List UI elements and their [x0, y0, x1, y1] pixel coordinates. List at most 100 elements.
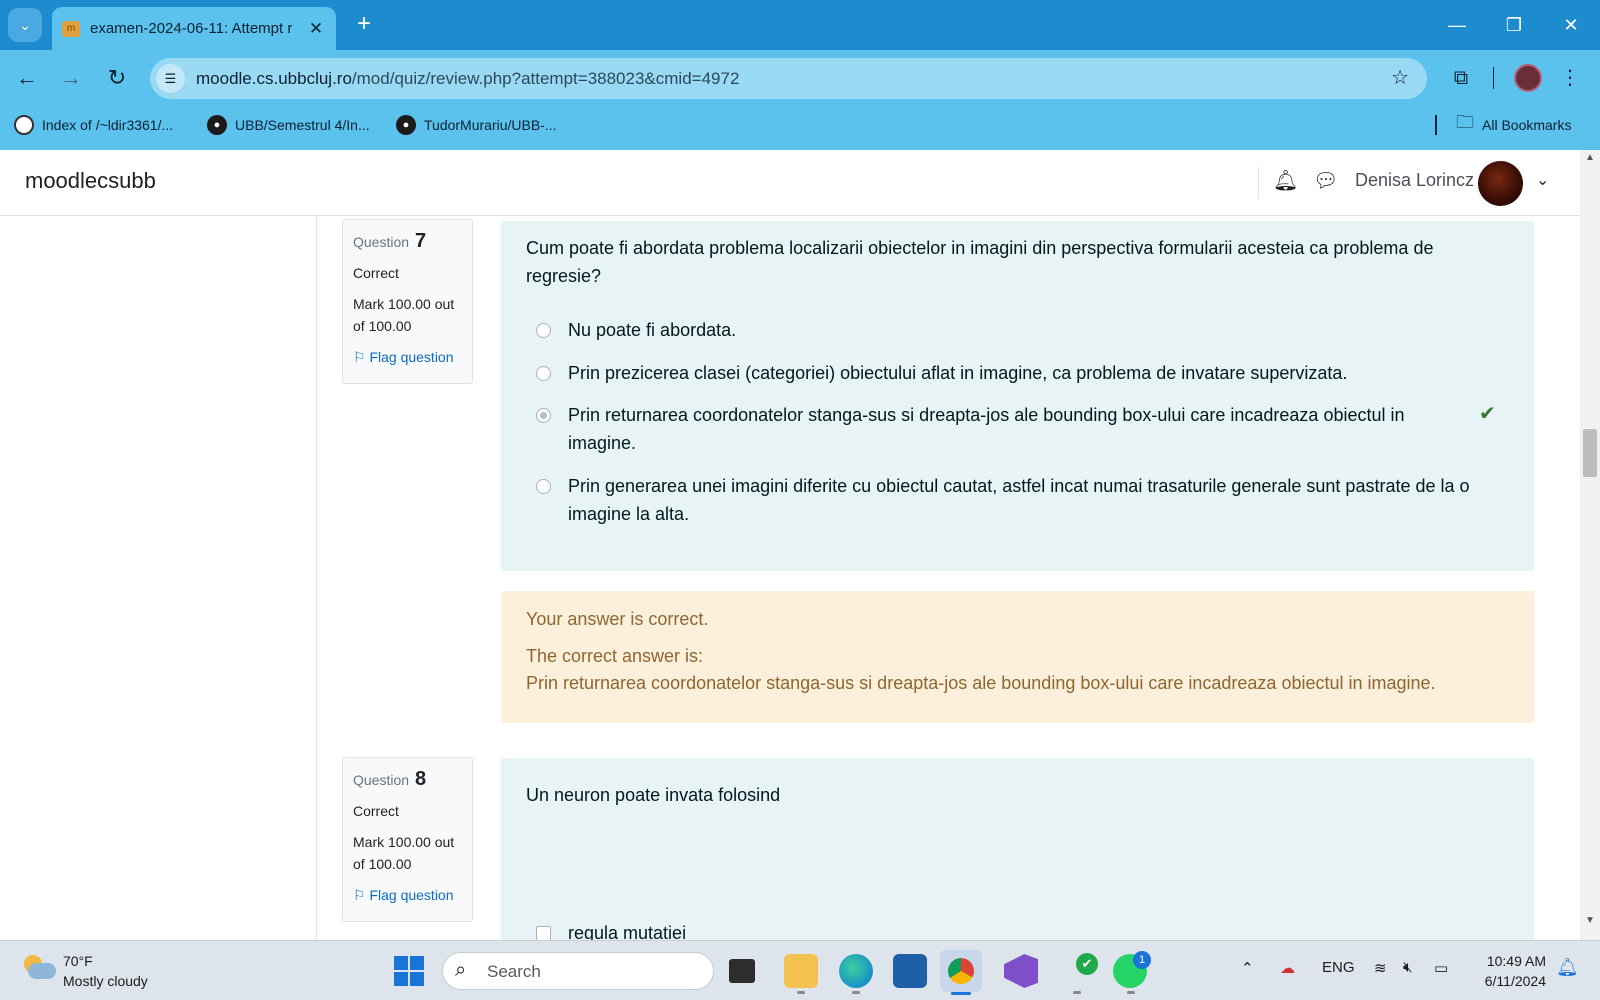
address-bar[interactable]: ☰ moodle.cs.ubbcluj.ro/mod/quiz/review.p… [150, 58, 1427, 99]
weather-temperature[interactable]: 70°F [63, 953, 93, 969]
moodle-navbar: moodlecsubb 🔔︎ 💬︎ Denisa Lorincz ⌄ [0, 150, 1580, 216]
scroll-down-icon[interactable]: ▼ [1585, 915, 1595, 926]
back-icon[interactable]: ← [10, 61, 44, 95]
correct-check-icon: ✔ [1479, 403, 1496, 425]
question-number: 8 [414, 768, 427, 790]
profile-avatar[interactable] [1514, 64, 1542, 92]
answer-feedback: Your answer is correct. The correct answ… [501, 591, 1534, 723]
onedrive-error-icon[interactable]: ☁ [1280, 959, 1295, 977]
weather-cloudy-icon[interactable] [22, 955, 56, 981]
restore-icon[interactable]: ❐ [1489, 6, 1539, 44]
browser-tab-strip: ⌄ m examen-2024-06-11: Attempt r ✕ + — ❐… [0, 0, 1600, 50]
user-name[interactable]: Denisa Lorincz [1355, 170, 1474, 191]
globe-icon [14, 115, 34, 135]
flag-question-link[interactable]: ⚐ Flag question [353, 349, 462, 366]
store-icon[interactable] [893, 954, 927, 988]
active-tab[interactable]: m examen-2024-06-11: Attempt r ✕ [52, 7, 336, 50]
answer-option[interactable]: Prin generarea unei imagini diferite cu … [536, 472, 1521, 528]
tab-close-icon[interactable]: ✕ [306, 19, 326, 39]
windows-start-icon[interactable] [394, 956, 424, 986]
tray-overflow-chevron-icon[interactable]: ⌃ [1241, 959, 1254, 977]
scroll-up-icon[interactable]: ▲ [1585, 152, 1595, 163]
forward-icon[interactable]: → [54, 61, 88, 95]
bookmark-star-icon[interactable]: ☆ [1391, 58, 1409, 99]
folder-icon: 🗀 [1456, 112, 1474, 132]
bookmarks-bar: Index of /~ldir3361/... ● UBB/Semestrul … [0, 106, 1600, 150]
url-text[interactable]: moodle.cs.ubbcluj.ro/mod/quiz/review.php… [196, 58, 739, 99]
all-bookmarks-button[interactable]: 🗀 All Bookmarks [1456, 106, 1571, 144]
page-content: moodlecsubb 🔔︎ 💬︎ Denisa Lorincz ⌄ Quest… [0, 150, 1600, 940]
notification-badge: 1 [1133, 951, 1151, 969]
chrome-icon[interactable] [948, 958, 974, 984]
moodle-favicon-icon: m [62, 20, 80, 37]
running-indicator [852, 991, 860, 994]
question-text: Un neuron poate invata folosind [526, 785, 781, 805]
answer-checkbox[interactable] [536, 926, 551, 940]
question-formulation: Un neuron poate invata folosind regula m… [501, 758, 1534, 940]
correct-answer-intro: The correct answer is: [526, 646, 704, 666]
visual-studio-icon[interactable] [1004, 954, 1038, 988]
file-explorer-icon[interactable] [784, 954, 818, 988]
notifications-bell-icon[interactable]: 🔔︎ [1273, 168, 1298, 193]
navbar-divider [1258, 167, 1259, 199]
active-app-indicator [951, 992, 971, 995]
question-formulation: Cum poate fi abordata problema localizar… [501, 221, 1534, 571]
running-indicator [797, 991, 805, 994]
answer-option[interactable]: Prin prezicerea clasei (categoriei) obie… [536, 359, 1496, 387]
question-state: Correct [353, 265, 399, 281]
chevron-down-icon: ⌄ [19, 16, 31, 33]
site-brand[interactable]: moodlecsubb [25, 168, 156, 194]
reload-icon[interactable]: ↻ [100, 61, 134, 95]
page-scrollbar[interactable]: ▲ ▼ [1580, 150, 1600, 940]
weather-description[interactable]: Mostly cloudy [63, 973, 148, 989]
flag-question-link[interactable]: ⚐ Flag question [353, 887, 462, 904]
extensions-icon[interactable]: ⧉ [1446, 61, 1476, 95]
notification-center-icon[interactable]: 🔔︎ [1556, 957, 1579, 978]
feedback-result: Your answer is correct. [526, 609, 709, 629]
question-text: Cum poate fi abordata problema localizar… [526, 238, 1434, 286]
scroll-thumb[interactable] [1583, 429, 1597, 477]
drawer-border [316, 216, 317, 940]
messages-icon[interactable]: 💬︎ [1313, 168, 1338, 193]
browser-toolbar: ← → ↻ ☰ moodle.cs.ubbcluj.ro/mod/quiz/re… [0, 50, 1600, 106]
window-close-icon[interactable]: ✕ [1546, 6, 1596, 44]
minimize-icon[interactable]: — [1432, 6, 1482, 44]
running-indicator [1073, 991, 1081, 994]
answer-option[interactable]: Prin returnarea coordonatelor stanga-sus… [536, 401, 1456, 457]
bookmark-item[interactable]: ● TudorMurariu/UBB-... [396, 106, 557, 144]
taskbar-search[interactable]: ⌕ Search [442, 952, 714, 990]
bookmarks-divider [1435, 115, 1437, 135]
site-info-icon[interactable]: ☰ [156, 64, 185, 93]
edge-icon[interactable] [839, 954, 873, 988]
question-mark: Mark 100.00 out of 100.00 [353, 834, 455, 872]
battery-icon[interactable]: ▭ [1434, 959, 1448, 977]
search-icon: ⌕ [455, 959, 467, 981]
question-info: Question 8 Correct Mark 100.00 out of 10… [342, 757, 473, 922]
question-mark: Mark 100.00 out of 100.00 [353, 296, 455, 334]
tab-title: examen-2024-06-11: Attempt r [90, 20, 293, 37]
flag-icon: ⚐ [353, 349, 366, 365]
answer-radio[interactable] [536, 479, 551, 494]
tab-search-button[interactable]: ⌄ [8, 8, 42, 42]
more-menu-icon[interactable]: ⋮ [1560, 61, 1580, 95]
user-menu-chevron-icon[interactable]: ⌄ [1536, 170, 1549, 190]
speaker-muted-icon[interactable]: 🔇︎ [1403, 959, 1412, 976]
answer-option[interactable]: Nu poate fi abordata. [536, 316, 1496, 344]
check-status-icon[interactable]: ✔ [1076, 953, 1098, 975]
flag-icon: ⚐ [353, 887, 366, 903]
new-tab-button[interactable]: + [350, 11, 378, 39]
answer-radio-selected[interactable] [536, 408, 551, 423]
answer-radio[interactable] [536, 366, 551, 381]
windows-taskbar: 70°F Mostly cloudy ⌕ Search ✔ 1 ⌃ ☁ ENG … [0, 940, 1600, 1000]
task-view-icon[interactable] [729, 959, 755, 983]
language-indicator[interactable]: ENG [1322, 959, 1355, 976]
answer-option[interactable]: regula mutatiei [536, 919, 1496, 940]
bookmark-item[interactable]: ● UBB/Semestrul 4/In... [207, 106, 370, 144]
system-clock[interactable]: 10:49 AM 6/11/2024 [1468, 951, 1546, 991]
bookmark-item[interactable]: Index of /~ldir3361/... [14, 106, 173, 144]
wifi-icon[interactable]: ≋ [1374, 959, 1387, 977]
answer-radio[interactable] [536, 323, 551, 338]
github-icon: ● [396, 115, 416, 135]
toolbar-divider [1493, 67, 1494, 89]
user-avatar[interactable] [1478, 161, 1523, 206]
